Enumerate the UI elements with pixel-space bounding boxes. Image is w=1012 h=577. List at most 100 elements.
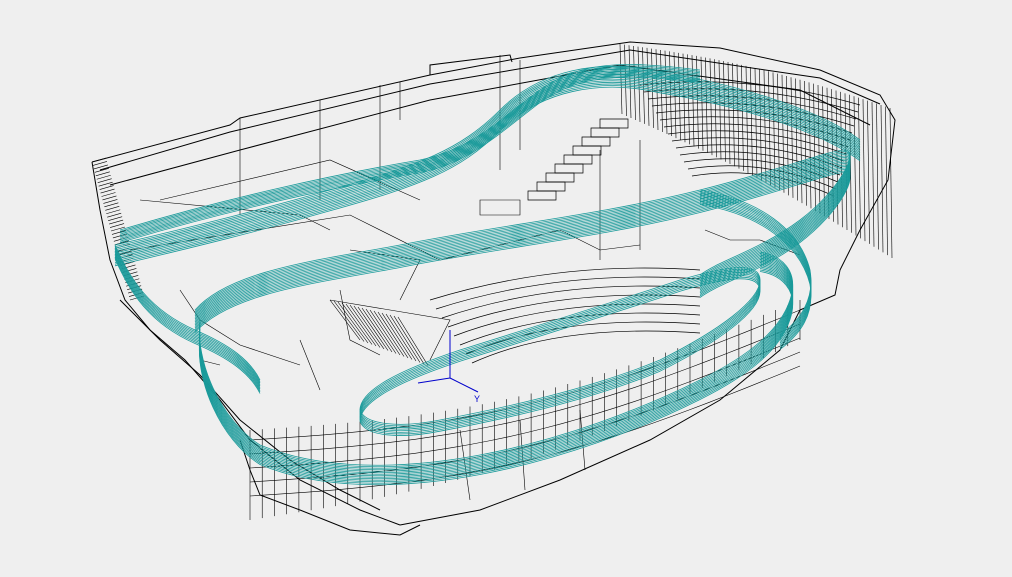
interior-hatch-16 [393, 315, 425, 365]
facade-mullions [91, 43, 893, 520]
stair-step-2 [545, 172, 575, 183]
ramp-upper-b-0 [119, 64, 701, 231]
interior-hatch-0 [329, 299, 361, 341]
back-mullion-28 [745, 65, 749, 174]
left-mullion-15 [106, 209, 121, 215]
stair-step-8 [599, 118, 629, 129]
back-mullion-45 [822, 86, 825, 217]
ramp-right-4 [699, 196, 812, 342]
interior-line-15 [299, 339, 321, 391]
back-mullion-55 [867, 100, 870, 244]
back-mullion-21 [714, 59, 717, 158]
ramp-lower-9 [198, 265, 793, 480]
stair-step-0 [527, 190, 557, 201]
left-mullion-13 [104, 202, 119, 208]
left-mullion-4 [95, 171, 110, 177]
stair-step-6 [581, 136, 611, 147]
back-mullion-43 [813, 83, 816, 211]
left-mullion-21 [111, 230, 127, 235]
interior-hatch-11 [373, 310, 405, 357]
interior-hatch-14 [385, 313, 417, 362]
stair-step-4 [563, 154, 593, 165]
back-mullion-15 [687, 54, 690, 145]
ramp-upper-b-5 [119, 71, 701, 238]
ramp-right-3 [699, 194, 812, 341]
ramp-left-9 [114, 258, 261, 394]
back-mullion-57 [876, 103, 879, 250]
left-mullion-0 [91, 157, 107, 163]
back-mullion-11 [669, 51, 672, 137]
back-mullion-44 [817, 84, 821, 214]
x-axis-line [417, 377, 451, 384]
interior-hatch-10 [369, 309, 401, 356]
ramp-left-6 [114, 253, 261, 390]
ramp-lower-11 [198, 268, 793, 483]
interior-hatch-6 [353, 305, 385, 350]
left-mullion-16 [107, 212, 122, 218]
left-mullion-5 [96, 174, 111, 180]
interior-line-16 [479, 199, 521, 216]
back-mullion-60 [889, 107, 893, 259]
y-axis-line [449, 377, 479, 393]
left-mullion-8 [99, 185, 114, 190]
interior-hatch-17 [397, 316, 429, 366]
upper-tier-3 [651, 102, 855, 127]
ramp-upper-13 [114, 86, 861, 267]
ramp-right-0 [699, 189, 812, 336]
ramp-upper-b-3 [119, 68, 701, 235]
interior-hatch-12 [377, 311, 409, 359]
stair-step-5 [572, 145, 602, 156]
interior-hatch-5 [349, 304, 381, 348]
interior-line-14 [339, 289, 381, 356]
left-mullion-1 [92, 161, 108, 166]
left-mullion-19 [109, 223, 125, 228]
back-mullion-20 [709, 58, 713, 156]
left-mullion-9 [100, 188, 115, 194]
left-mullion-11 [102, 195, 117, 201]
ramp-inner-5 [359, 275, 761, 433]
back-mullion-23 [723, 61, 726, 162]
back-mullion-3 [633, 45, 636, 120]
back-mullion-54 [862, 99, 866, 242]
lower-tier-6 [465, 321, 701, 355]
back-mullion-58 [880, 105, 884, 253]
cad-wireframe-viewport[interactable]: Y [0, 0, 1012, 572]
front-band-2 [249, 337, 801, 469]
back-mullion-18 [700, 56, 704, 151]
back-mullion-33 [768, 71, 771, 186]
back-mullion-19 [705, 57, 708, 153]
back-mullion-26 [736, 63, 740, 169]
left-mullion-7 [98, 181, 113, 187]
left-mullion-10 [101, 192, 116, 197]
back-mullion-53 [858, 97, 861, 239]
interior-hatch-15 [389, 314, 421, 363]
left-mullion-12 [103, 199, 118, 204]
y-axis-label: Y [474, 394, 480, 404]
left-mullion-17 [108, 216, 123, 221]
back-mullion-14 [682, 53, 686, 143]
interior-line-8 [349, 249, 421, 301]
shell-outline-6 [239, 439, 421, 536]
back-mullion-25 [732, 62, 735, 167]
interior-hatch-13 [381, 312, 413, 360]
left-mullion-14 [105, 206, 120, 211]
back-mullion-5 [642, 47, 645, 124]
ramp-upper-b-1 [119, 65, 701, 232]
interior-hatch-9 [365, 308, 397, 354]
ramp-loop-15 [194, 172, 851, 333]
ramp-loop-14 [194, 170, 851, 332]
ramp-upper-b-4 [119, 69, 701, 236]
wireframe-model: Y [91, 41, 896, 536]
ramp-upper-b-6 [119, 72, 701, 239]
stair-step-7 [590, 127, 620, 138]
left-mullion-18 [109, 219, 124, 225]
ramp-right-1 [699, 191, 812, 337]
ramp-upper-b-2 [119, 66, 701, 234]
ramp-lower-5 [198, 259, 793, 474]
interior-hatch-2 [337, 301, 369, 344]
back-mullion-1 [624, 44, 627, 116]
ramp-left-8 [114, 256, 261, 393]
stair-step-3 [554, 163, 584, 174]
back-mullion-38 [790, 77, 794, 198]
stair-step-1 [536, 181, 566, 192]
